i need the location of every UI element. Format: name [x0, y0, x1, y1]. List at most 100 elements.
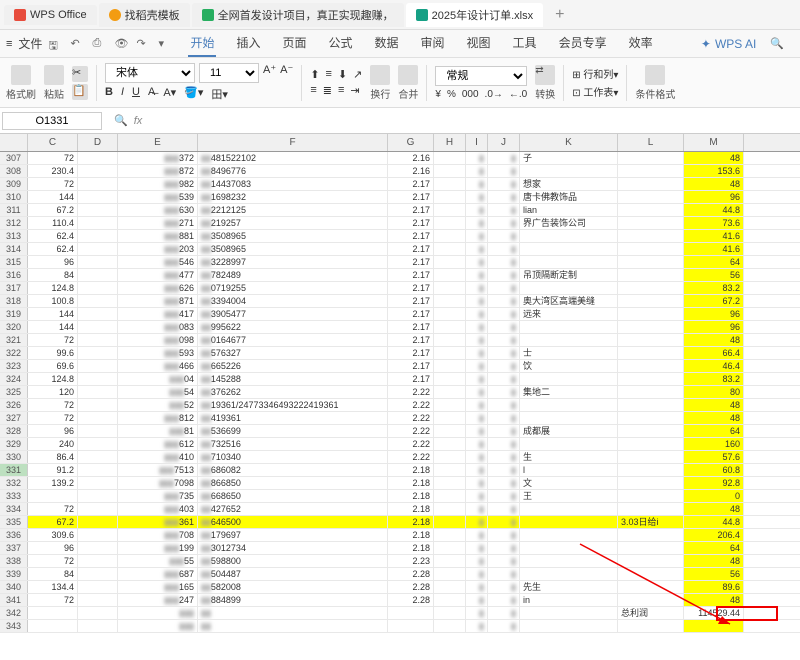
save-icon[interactable]: 🖫 [48, 37, 62, 51]
cell[interactable] [520, 568, 618, 580]
row-header[interactable]: 310 [0, 191, 28, 203]
table-row[interactable]: 308230.4▮▮▮872▮▮84967762.16▮▮153.6 [0, 165, 800, 178]
cell[interactable]: 2.18 [388, 529, 434, 541]
cell[interactable] [520, 620, 618, 632]
cell[interactable] [618, 321, 684, 333]
cell[interactable]: ▮ [488, 412, 520, 424]
cell[interactable]: ▮▮▮466 [118, 360, 198, 372]
cell[interactable] [78, 438, 118, 450]
cell[interactable] [78, 373, 118, 385]
cell[interactable]: 67.2 [684, 295, 744, 307]
cell[interactable]: in [520, 594, 618, 606]
cell[interactable]: 73.6 [684, 217, 744, 229]
row-header[interactable]: 334 [0, 503, 28, 515]
col-header-H[interactable]: H [434, 134, 466, 151]
row-header[interactable]: 313 [0, 230, 28, 242]
cell[interactable] [78, 386, 118, 398]
cell[interactable]: 先生 [520, 581, 618, 593]
cell[interactable] [434, 373, 466, 385]
cell[interactable] [78, 230, 118, 242]
condfmt-button[interactable]: 条件格式 [635, 65, 675, 101]
cell[interactable]: ▮ [488, 243, 520, 255]
cell[interactable]: ▮▮▮630 [118, 204, 198, 216]
cell[interactable]: ▮ [488, 230, 520, 242]
cell[interactable] [520, 373, 618, 385]
cell[interactable]: ▮▮▮871 [118, 295, 198, 307]
cell[interactable]: ▮ [466, 516, 488, 528]
cell[interactable]: 153.6 [684, 165, 744, 177]
cell[interactable]: 3.03日给i [618, 516, 684, 528]
cell[interactable]: ▮▮▮55 [118, 555, 198, 567]
table-row[interactable]: 342▮▮▮▮▮▮▮总利润114529.44 [0, 607, 800, 620]
cell[interactable]: lian [520, 204, 618, 216]
wrap-button[interactable]: 换行 [370, 65, 390, 101]
cell[interactable]: ▮▮0164677 [198, 334, 388, 346]
cell[interactable]: 60.8 [684, 464, 744, 476]
cell[interactable]: ▮ [488, 399, 520, 411]
cell[interactable] [434, 412, 466, 424]
cell[interactable]: ▮ [488, 256, 520, 268]
cell[interactable]: 41.6 [684, 230, 744, 242]
cell[interactable]: 48 [684, 334, 744, 346]
cell[interactable] [78, 542, 118, 554]
cell[interactable]: ▮ [466, 464, 488, 476]
row-header[interactable]: 328 [0, 425, 28, 437]
cell[interactable]: ▮▮536699 [198, 425, 388, 437]
cell[interactable] [78, 308, 118, 320]
cell[interactable]: 奥大湾区高端美缝 [520, 295, 618, 307]
cell[interactable]: ▮▮▮410 [118, 451, 198, 463]
cell[interactable]: ▮▮427652 [198, 503, 388, 515]
table-row[interactable]: 33872▮▮▮55▮▮5988002.23▮▮48 [0, 555, 800, 568]
cell[interactable] [434, 451, 466, 463]
cell[interactable]: ▮ [488, 542, 520, 554]
table-row[interactable]: 31462.4▮▮▮203▮▮35089652.17▮▮41.6 [0, 243, 800, 256]
font-color-button[interactable]: A▾ [163, 86, 176, 102]
cell[interactable]: 240 [28, 438, 78, 450]
name-box[interactable] [2, 112, 102, 130]
cell[interactable] [434, 581, 466, 593]
cell[interactable]: ▮ [488, 620, 520, 632]
cell[interactable] [520, 256, 618, 268]
cell[interactable]: ▮▮3905477 [198, 308, 388, 320]
cell[interactable]: ▮▮▮881 [118, 230, 198, 242]
cell[interactable]: 67.2 [28, 204, 78, 216]
cell[interactable] [78, 607, 118, 619]
row-header[interactable]: 343 [0, 620, 28, 632]
cell[interactable]: ▮ [466, 490, 488, 502]
cell[interactable] [78, 425, 118, 437]
cell[interactable]: 2.17 [388, 334, 434, 346]
table-row[interactable]: 32299.6▮▮▮593▮▮5763272.17▮▮士66.4 [0, 347, 800, 360]
cell[interactable]: ▮ [466, 581, 488, 593]
cell[interactable] [618, 178, 684, 190]
cell[interactable]: ▮▮▮626 [118, 282, 198, 294]
cell[interactable]: ▮▮▮199 [118, 542, 198, 554]
cell[interactable]: 99.6 [28, 347, 78, 359]
cell[interactable]: 144 [28, 308, 78, 320]
cell[interactable]: 134.4 [28, 581, 78, 593]
cell[interactable]: ▮▮504487 [198, 568, 388, 580]
align-left-icon[interactable]: ≡ [310, 84, 316, 97]
cell[interactable] [78, 516, 118, 528]
table-row[interactable]: 33984▮▮▮687▮▮5044872.28▮▮56 [0, 568, 800, 581]
cell[interactable]: 集地二 [520, 386, 618, 398]
cell[interactable]: ▮ [488, 321, 520, 333]
col-header-F[interactable]: F [198, 134, 388, 151]
cell[interactable] [618, 282, 684, 294]
cell[interactable] [520, 399, 618, 411]
cell[interactable] [78, 191, 118, 203]
cell[interactable]: 62.4 [28, 243, 78, 255]
table-row[interactable]: 318100.8▮▮▮871▮▮33940042.17▮▮奥大湾区高端美缝67.… [0, 295, 800, 308]
table-row[interactable]: 32172▮▮▮098▮▮01646772.17▮▮48 [0, 334, 800, 347]
table-row[interactable]: 32672▮▮▮52▮▮19361/247733464932224193612.… [0, 399, 800, 412]
cell[interactable]: ▮▮782489 [198, 269, 388, 281]
cell[interactable] [78, 217, 118, 229]
cell[interactable] [434, 191, 466, 203]
cell[interactable]: ▮ [466, 308, 488, 320]
cell[interactable]: 72 [28, 334, 78, 346]
cell[interactable] [618, 594, 684, 606]
cell[interactable]: ▮ [466, 178, 488, 190]
cell[interactable] [434, 399, 466, 411]
row-header[interactable]: 338 [0, 555, 28, 567]
cell[interactable] [78, 620, 118, 632]
cell[interactable] [78, 256, 118, 268]
